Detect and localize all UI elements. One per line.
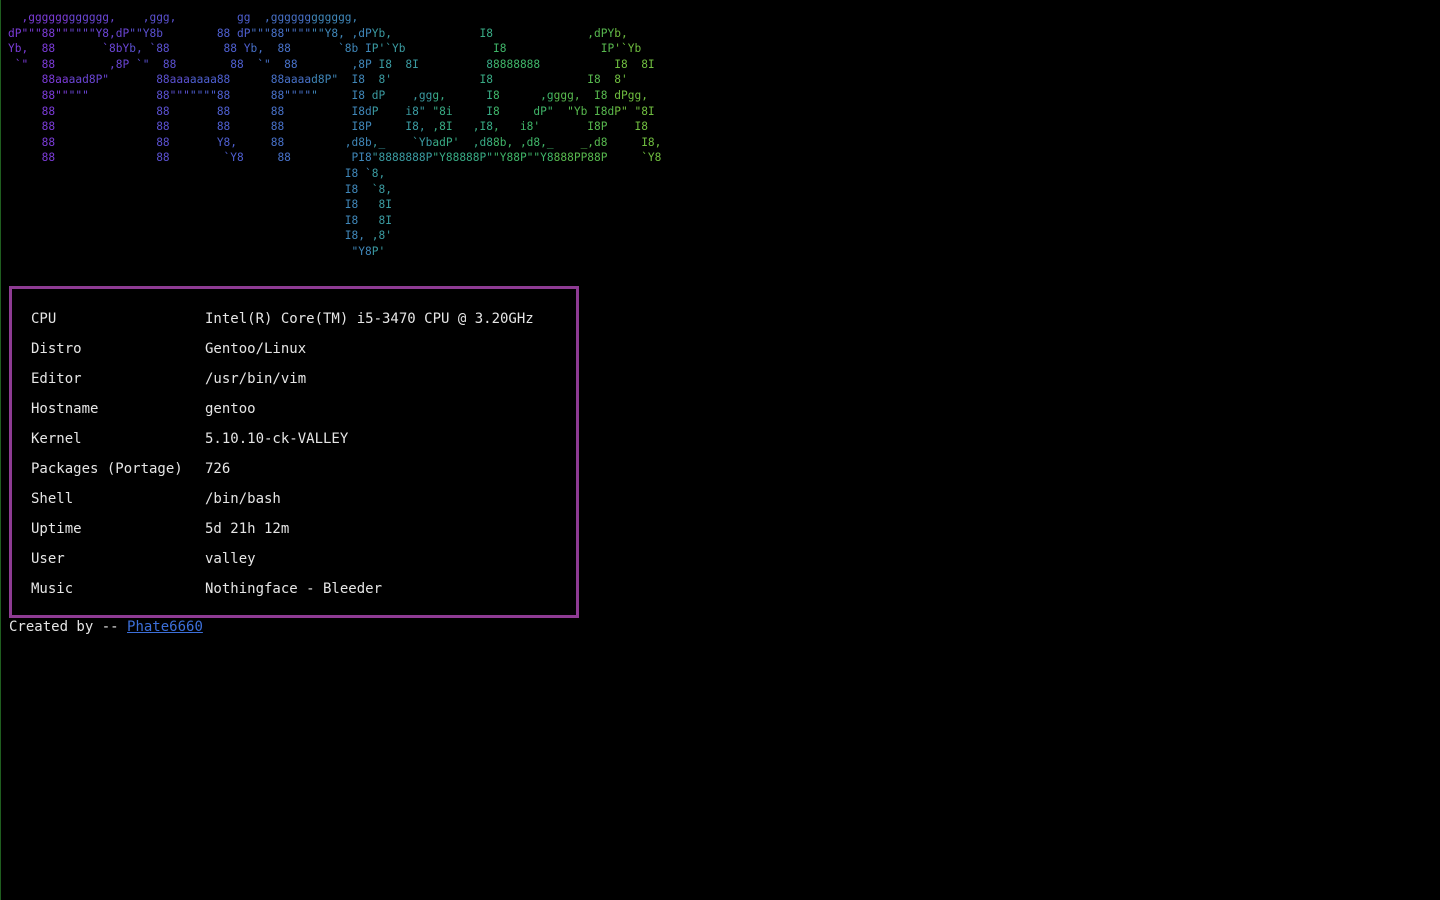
banner-line: 88""""" 88"""""""88 88""""" I8 dP ,ggg, … <box>8 88 648 102</box>
info-value: Gentoo/Linux <box>205 341 307 357</box>
info-key: Distro <box>31 341 82 357</box>
info-key: Uptime <box>31 521 82 537</box>
info-key: CPU <box>31 311 57 327</box>
banner-line: 88 88 88 88 I8dP i8" "8i I8 dP" "Yb I8dP… <box>8 104 655 118</box>
banner-line: 88 88 Y8, 88 ,d8b,_ `YbadP' ,d88b, ,d8,_… <box>8 135 662 149</box>
info-key: Kernel <box>31 431 82 447</box>
info-key: Hostname <box>31 401 99 417</box>
banner-line: I8 `8, <box>311 182 392 196</box>
info-key: Packages (Portage) <box>31 461 183 477</box>
info-value: valley <box>205 551 256 567</box>
banner-line: `" 88 ,8P `" 88 88 `" 88 ,8P I8 8I 88888… <box>8 57 655 71</box>
system-info-panel: CPU Intel(R) Core(TM) i5-3470 CPU @ 3.20G… <box>9 286 579 618</box>
banner-line: 88 88 88 88 I8P I8, ,8I ,I8, i8' I8P I8 <box>8 120 648 134</box>
ascii-art-banner: ,gggggggggggg, ,ggg, gg ,gggggggggggg, dP… <box>8 10 661 260</box>
info-value: Intel(R) Core(TM) i5-3470 CPU @ 3.20GHz <box>205 311 534 327</box>
banner-line: I8 8I <box>311 198 392 212</box>
info-key: Editor <box>31 371 82 387</box>
credits-prefix: Created by -- <box>9 619 128 635</box>
banner-line: Yb, 88 `8bYb, `88 88 Yb, 88 `8b IP'`Yb I… <box>8 42 642 56</box>
banner-line: dP"""88""""""Y8,dP""Y8b 88 dP"""88""""""… <box>8 26 628 40</box>
info-key: User <box>31 551 65 567</box>
banner-line: 88aaaad8P" 88aaaaaaa88 88aaaad8P" I8 8' … <box>8 73 628 87</box>
banner-line: I8 `8, <box>311 166 386 180</box>
author-link[interactable]: Phate6660 <box>127 619 203 635</box>
info-value: Nothingface - Bleeder <box>205 581 383 597</box>
banner-line: "Y8P' <box>311 244 386 258</box>
info-key: Shell <box>31 491 74 507</box>
info-key: Music <box>31 581 74 597</box>
info-value: 726 <box>205 461 231 477</box>
info-value: /usr/bin/vim <box>205 371 307 387</box>
info-value: /bin/bash <box>205 491 281 507</box>
info-value: 5d 21h 12m <box>205 521 290 537</box>
banner-line: I8, ,8' <box>311 229 392 243</box>
left-edge-line <box>0 0 1 900</box>
info-value: 5.10.10-ck-VALLEY <box>205 431 349 447</box>
banner-line: 88 88 `Y8 88 PI8"8888888P"Y88888P""Y88P"… <box>8 151 662 165</box>
credits-footer: Created by -- Phate6660 <box>9 617 203 637</box>
info-value: gentoo <box>205 401 256 417</box>
banner-line: I8 8I <box>311 213 392 227</box>
banner-line: ,gggggggggggg, ,ggg, gg ,gggggggggggg, <box>8 11 359 24</box>
